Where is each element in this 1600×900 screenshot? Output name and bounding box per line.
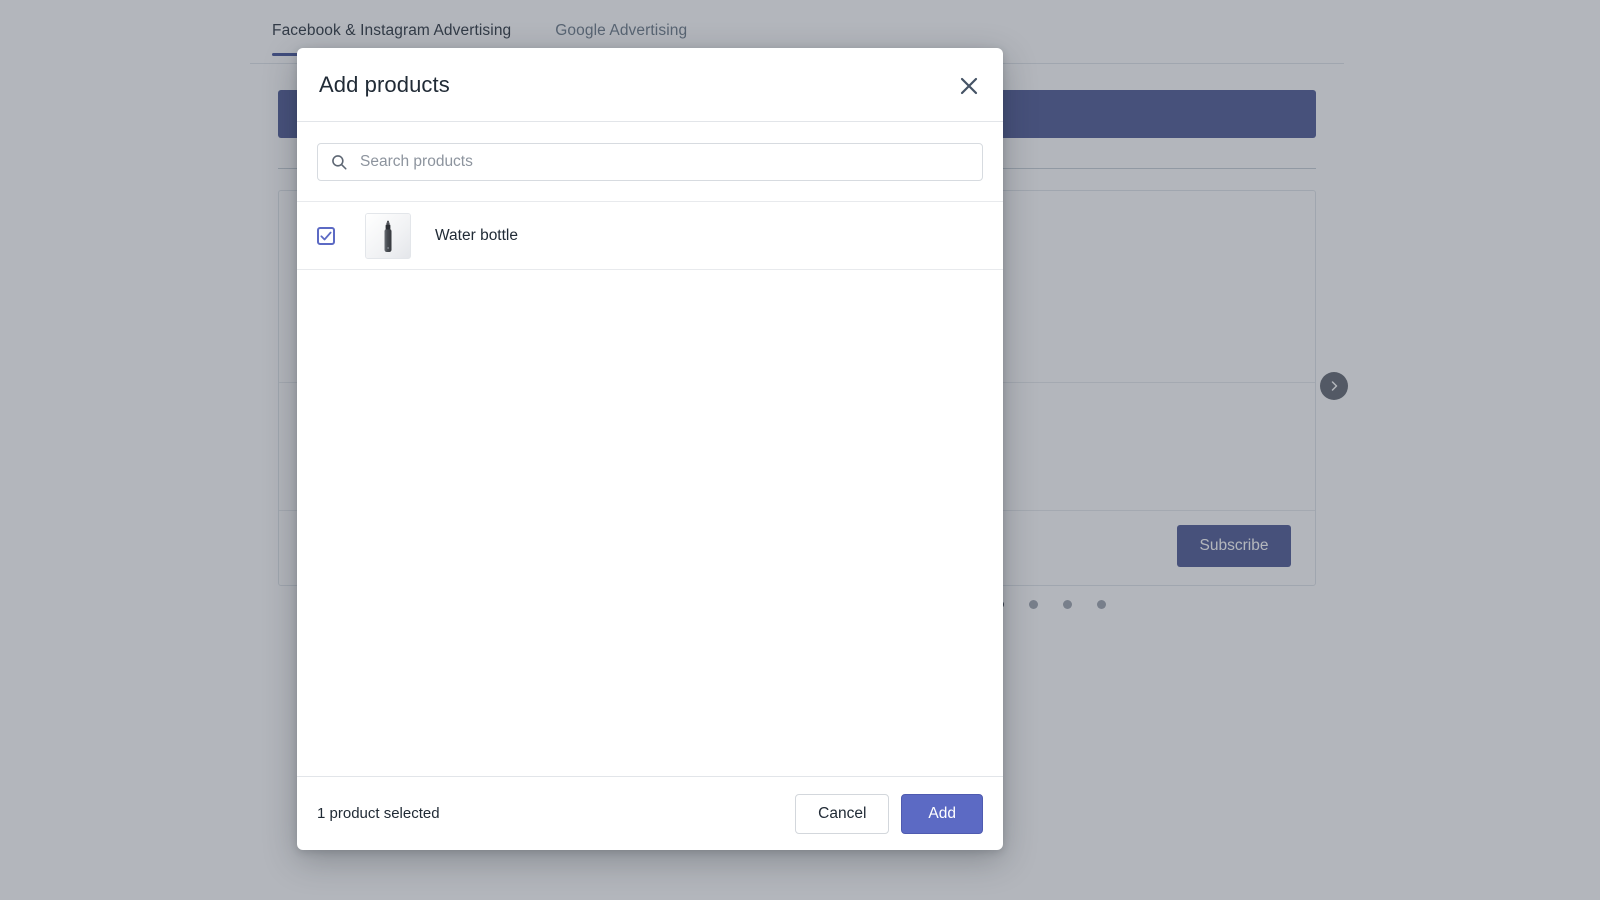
product-name: Water bottle	[435, 226, 518, 244]
footer-actions: Cancel Add	[795, 793, 983, 834]
modal-search-section	[297, 122, 1003, 202]
check-icon	[320, 231, 332, 240]
selection-status: 1 product selected	[317, 805, 440, 822]
modal-header: Add products	[297, 48, 1003, 122]
list-item[interactable]: Water bottle	[297, 202, 1003, 270]
search-input[interactable]	[360, 144, 982, 180]
add-button[interactable]: Add	[901, 793, 983, 834]
water-bottle-thumbnail	[366, 213, 410, 258]
close-icon	[960, 77, 978, 95]
search-icon-wrap	[318, 153, 360, 171]
modal-title: Add products	[319, 72, 450, 97]
search-box[interactable]	[317, 143, 983, 181]
close-button[interactable]	[953, 70, 985, 102]
modal-footer: 1 product selected Cancel Add	[297, 776, 1003, 850]
product-checkbox[interactable]	[317, 226, 335, 245]
add-products-modal: Add products Search products Water bottl…	[297, 48, 1003, 850]
product-list: Water bottle	[297, 202, 1003, 776]
search-icon	[332, 155, 347, 170]
cancel-button[interactable]: Cancel	[795, 793, 890, 834]
product-thumbnail	[365, 212, 411, 259]
